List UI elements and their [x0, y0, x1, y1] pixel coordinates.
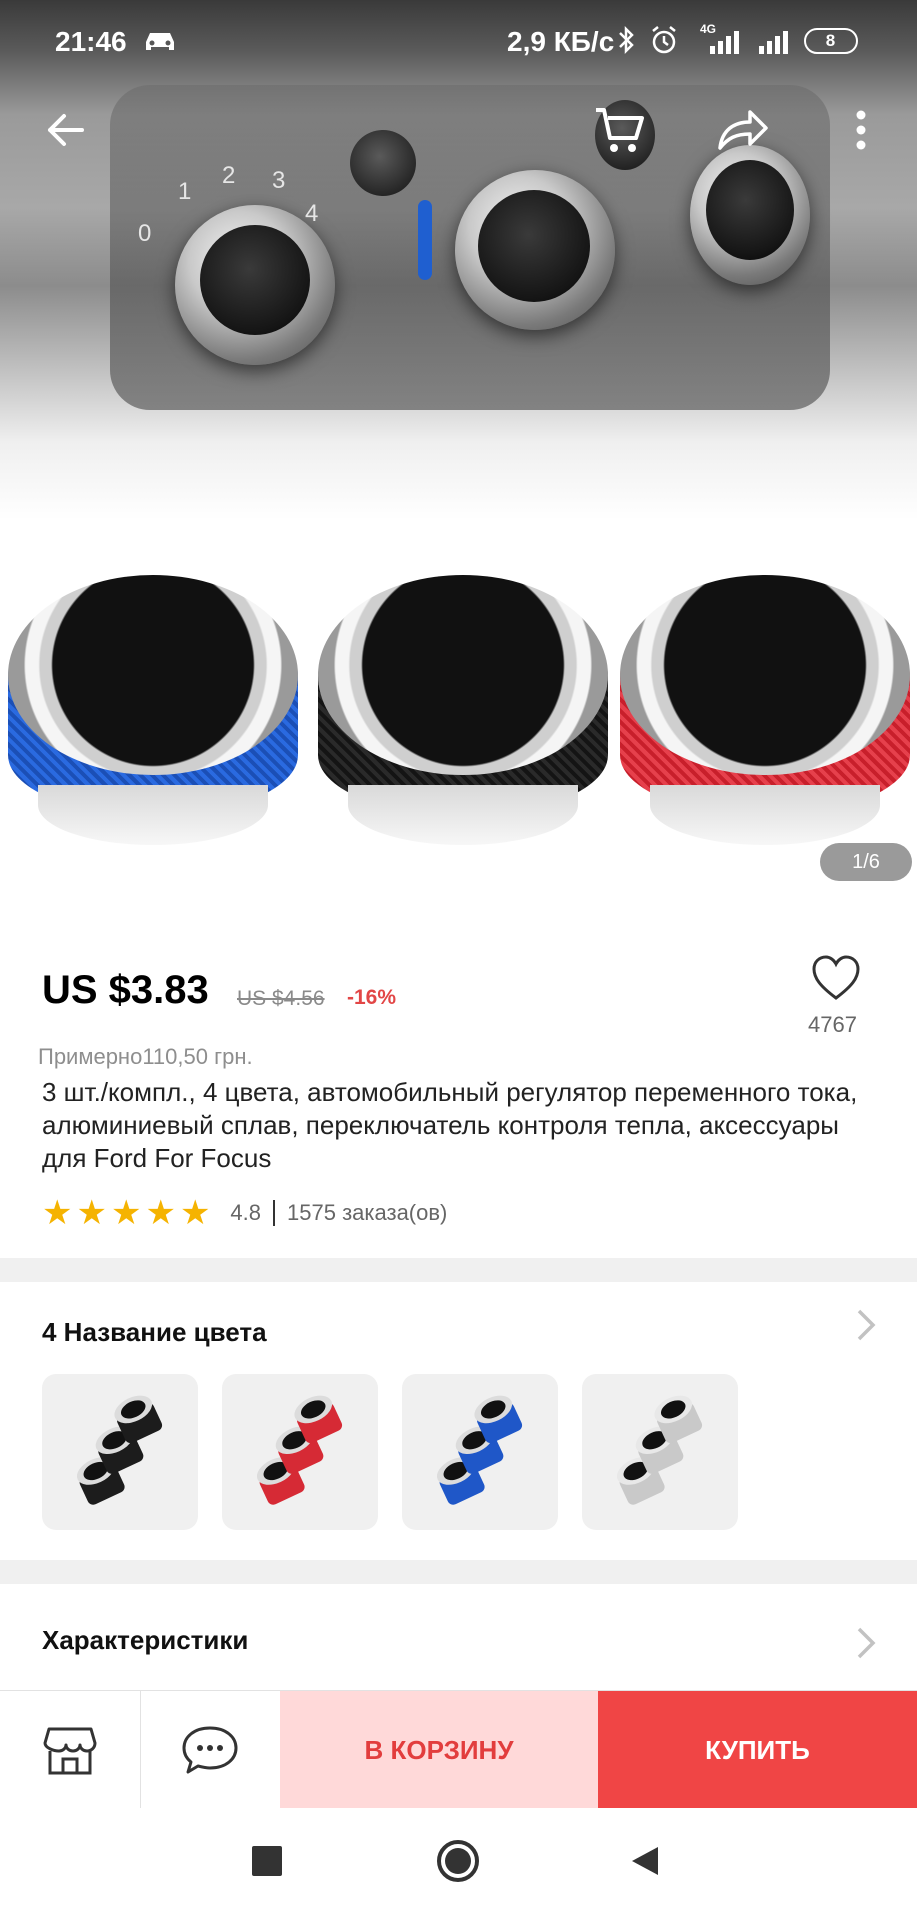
color-option-silver[interactable] — [582, 1374, 738, 1530]
color-option-blue[interactable] — [402, 1374, 558, 1530]
dashboard-knob-right-top — [706, 160, 794, 260]
color-option-red[interactable] — [222, 1374, 378, 1530]
bluetooth-icon — [615, 24, 637, 63]
car-icon — [142, 28, 178, 61]
dashboard-knob-left-top — [200, 225, 310, 335]
cart-icon — [596, 108, 644, 152]
star-icon: ★ — [179, 1194, 211, 1232]
battery-level: 8 — [825, 31, 836, 50]
knob-set-icon — [76, 1395, 163, 1505]
blue-scale-arc — [418, 200, 432, 280]
wishlist-count: 4767 — [808, 1012, 857, 1037]
blue-knob-base — [38, 785, 268, 845]
chevron-right-icon — [855, 1307, 877, 1353]
store-button[interactable] — [0, 1691, 141, 1809]
buy-now-button[interactable]: КУПИТЬ — [598, 1691, 917, 1809]
more-options-button[interactable] — [848, 105, 874, 155]
back-arrow-icon — [48, 114, 84, 146]
star-icon: ★ — [42, 1194, 73, 1232]
dial-number: 4 — [305, 200, 319, 227]
knob-set-icon — [616, 1395, 703, 1505]
black-knob-base — [348, 785, 578, 845]
dial-number: 1 — [178, 178, 192, 205]
separator — [273, 1200, 276, 1226]
product-title: 3 шт./компл., 4 цвета, автомобильный рег… — [42, 1077, 858, 1173]
knob-set-icon — [256, 1395, 343, 1505]
old-price: US $4.56 — [237, 987, 325, 1010]
wishlist-button[interactable] — [810, 952, 862, 1004]
approx-price: Примерно110,50 грн. — [38, 1044, 253, 1069]
cart-button[interactable] — [590, 100, 650, 160]
color-option-black[interactable] — [42, 1374, 198, 1530]
status-bar: 21:46 2,9 КБ/с 4G 8 — [0, 0, 917, 85]
red-knob-base — [650, 785, 880, 845]
product-price: US $3.83 — [42, 968, 209, 1012]
store-icon — [43, 1727, 97, 1775]
signal-icon — [700, 30, 746, 63]
gallery-counter: 1/6 — [820, 843, 912, 881]
heart-icon — [812, 955, 860, 1000]
system-nav-bar — [0, 1808, 917, 1919]
dial-number: 3 — [272, 167, 286, 194]
share-icon — [718, 110, 768, 150]
orders-count: 1575 заказа(ов) — [287, 1200, 448, 1225]
status-time: 21:46 — [55, 26, 127, 57]
battery-icon: 8 — [804, 28, 858, 54]
discount-badge: -16% — [347, 986, 397, 1009]
recirculation-button — [350, 130, 416, 196]
dial-number: 0 — [138, 220, 152, 247]
section-divider — [0, 1258, 917, 1282]
color-section-title: 4 Название цвета — [42, 1317, 267, 1347]
chat-button[interactable] — [140, 1691, 280, 1809]
section-divider — [0, 1560, 917, 1584]
product-knob-red — [620, 575, 910, 845]
share-button[interactable] — [710, 100, 770, 160]
black-knob-top — [318, 575, 608, 775]
knob-set-icon — [436, 1395, 523, 1505]
signal-icon-2 — [755, 30, 795, 63]
buy-now-label: КУПИТЬ — [705, 1734, 810, 1765]
dial-number: 2 — [222, 162, 236, 189]
rating-value: 4.8 — [230, 1200, 262, 1225]
chat-icon — [182, 1726, 238, 1774]
rating-row: ★ ★ ★ ★ ★ 4.8 1575 заказа(ов) — [42, 1196, 447, 1230]
star-icon: ★ — [76, 1194, 107, 1232]
recents-button[interactable] — [252, 1846, 282, 1876]
dashboard-knob-center-top — [478, 190, 590, 302]
home-button[interactable] — [435, 1838, 481, 1884]
bottom-action-bar: В КОРЗИНУ КУПИТЬ — [0, 1690, 917, 1809]
specs-section[interactable]: Характеристики — [0, 1584, 917, 1690]
product-knob-blue — [8, 575, 298, 845]
chevron-right-icon — [855, 1625, 877, 1671]
back-button[interactable] — [40, 105, 90, 155]
add-to-cart-label: В КОРЗИНУ — [364, 1734, 514, 1765]
home-circle-icon — [437, 1840, 479, 1882]
specs-section-title: Характеристики — [42, 1625, 249, 1655]
red-knob-top — [620, 575, 910, 775]
add-to-cart-button[interactable]: В КОРЗИНУ — [280, 1691, 598, 1809]
back-nav-button[interactable] — [628, 1844, 662, 1878]
star-icon: ★ — [110, 1194, 142, 1232]
star-icon: ★ — [145, 1194, 176, 1232]
more-vertical-icon — [856, 110, 866, 150]
back-triangle-icon — [632, 1847, 658, 1875]
network-speed: 2,9 КБ/с — [507, 26, 615, 57]
alarm-icon — [648, 24, 680, 63]
product-image-gallery[interactable]: 0 1 2 3 4 1/6 — [0, 0, 917, 920]
blue-knob-top — [8, 575, 298, 775]
product-knob-black — [318, 575, 608, 845]
